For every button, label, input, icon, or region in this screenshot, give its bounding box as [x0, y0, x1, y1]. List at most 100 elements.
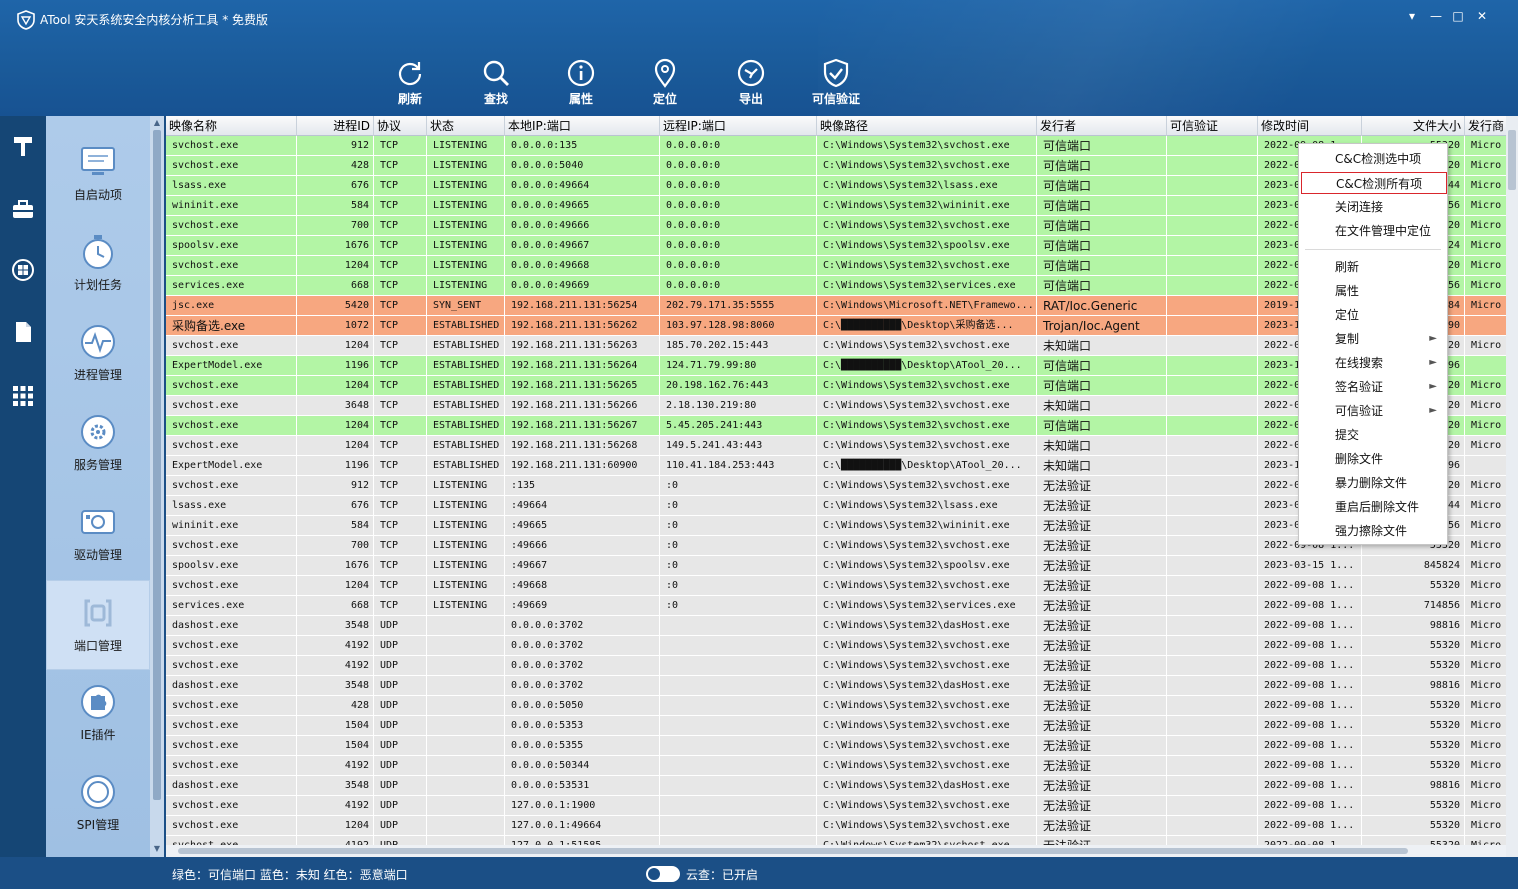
grid-icon[interactable] [11, 384, 35, 408]
toolbar-button-2[interactable]: 查找 [461, 58, 531, 108]
column-header[interactable]: 发行商 [1465, 116, 1506, 136]
cell-trust [1167, 236, 1258, 256]
context-menu-item[interactable]: 提交 [1301, 424, 1445, 446]
sidebar-item-7[interactable]: IE插件 [46, 670, 150, 760]
column-header[interactable]: 修改时间 [1258, 116, 1362, 136]
cell-proto: TCP [374, 216, 427, 236]
minimize-button[interactable]: — [1428, 8, 1444, 24]
sidebar-item-8[interactable]: SPI管理 [46, 760, 150, 850]
cell-remote: :0 [660, 536, 817, 556]
sidebar-item-2[interactable]: 计划任务 [46, 220, 150, 310]
table-vertical-scrollbar[interactable] [1506, 116, 1518, 857]
cell-issuer: 可信端口 [1037, 416, 1167, 436]
toolbar-button-5[interactable]: 导出 [716, 58, 786, 108]
table-row[interactable]: svchost.exe 4192 UDP 127.0.0.1:1900 C:\Windo… [166, 796, 1506, 816]
table-row[interactable]: svchost.exe 4192 UDP 0.0.0.0:50344 C:\Window… [166, 756, 1506, 776]
scroll-down-arrow-icon[interactable]: ▼ [150, 844, 164, 856]
column-header[interactable]: 发行者 [1037, 116, 1167, 136]
table-vscroll-thumb[interactable] [1508, 130, 1516, 190]
sidebar-scroll-thumb[interactable] [153, 130, 161, 800]
cell-path: C:\Windows\System32\svchost.exe [817, 756, 1037, 776]
cell-vendor: Micro [1465, 216, 1506, 236]
cell-remote: 110.41.184.253:443 [660, 456, 817, 476]
table-row[interactable]: services.exe 668 TCP LISTENING:49669:0 C:\Wi… [166, 596, 1506, 616]
context-menu-item[interactable]: 删除文件 [1301, 448, 1445, 470]
document-icon[interactable] [11, 320, 35, 344]
briefcase-icon[interactable] [11, 198, 35, 222]
context-menu-item[interactable]: 可信验证 ► [1301, 400, 1445, 422]
column-header[interactable]: 映像路径 [817, 116, 1037, 136]
cell-remote: 0.0.0.0:0 [660, 136, 817, 156]
table-row[interactable]: svchost.exe 1504 UDP 0.0.0.0:5353 C:\Windows… [166, 716, 1506, 736]
context-menu-item[interactable]: 刷新 [1301, 256, 1445, 278]
sidebar-item-3[interactable]: 进程管理 [46, 310, 150, 400]
cell-proto: TCP [374, 456, 427, 476]
cell-pid: 1676 [297, 556, 374, 576]
restore-button[interactable]: □ [1450, 8, 1466, 24]
cell-remote [660, 736, 817, 756]
context-menu-item[interactable]: 复制 ► [1301, 328, 1445, 350]
port-icon [47, 593, 149, 633]
column-header[interactable]: 远程IP:端口 [660, 116, 817, 136]
column-header[interactable]: 进程ID [297, 116, 374, 136]
sidebar-item-4[interactable]: 服务管理 [46, 400, 150, 490]
submenu-arrow-icon: ► [1429, 405, 1437, 416]
cell-path: C:\Windows\System32\svchost.exe [817, 336, 1037, 356]
column-header[interactable]: 状态 [427, 116, 505, 136]
column-header[interactable]: 协议 [374, 116, 427, 136]
toolbar-button-1[interactable]: 刷新 [375, 58, 445, 108]
context-menu-item[interactable]: 强力擦除文件 [1301, 520, 1445, 542]
column-header[interactable]: 映像名称 [166, 116, 297, 136]
cell-local: 0.0.0.0:49665 [505, 196, 660, 216]
cell-issuer: 未知端口 [1037, 456, 1167, 476]
monitor-icon [46, 142, 150, 182]
table-row[interactable]: dashost.exe 3548 UDP 0.0.0.0:53531 C:\Window… [166, 776, 1506, 796]
close-button[interactable]: ✕ [1474, 8, 1490, 24]
table-row[interactable]: svchost.exe 428 UDP 0.0.0.0:5050 C:\Windows\… [166, 696, 1506, 716]
context-menu-item[interactable]: C&C检测所有项 [1301, 172, 1447, 194]
windows-icon[interactable] [11, 258, 35, 282]
context-menu-item[interactable]: 在文件管理中定位 [1301, 220, 1445, 242]
sidebar-scrollbar[interactable]: ▲ ▼ [150, 116, 164, 857]
sidebar-item-1[interactable]: 自启动项 [46, 130, 150, 220]
cloud-query-toggle[interactable] [646, 866, 680, 882]
context-menu-item[interactable]: 属性 [1301, 280, 1445, 302]
drive-icon [46, 502, 150, 542]
cell-name: svchost.exe [166, 476, 297, 496]
context-menu-item[interactable]: 关闭连接 [1301, 196, 1445, 218]
context-menu-item[interactable]: C&C检测选中项 [1301, 148, 1445, 170]
column-header[interactable]: 本地IP:端口 [505, 116, 660, 136]
context-menu-item[interactable]: 签名验证 ► [1301, 376, 1445, 398]
column-header[interactable]: 文件大小 [1362, 116, 1465, 136]
cell-vendor [1465, 316, 1506, 336]
table-row[interactable]: svchost.exe 1204 TCP LISTENING:49668:0 C:\Wi… [166, 576, 1506, 596]
table-row[interactable]: dashost.exe 3548 UDP 0.0.0.0:3702 C:\Windows… [166, 676, 1506, 696]
cell-trust [1167, 796, 1258, 816]
table-hscroll-thumb[interactable] [178, 848, 1408, 854]
table-row[interactable]: spoolsv.exe 1676 TCP LISTENING:49667:0 C:\Wi… [166, 556, 1506, 576]
table-row[interactable]: svchost.exe 4192 UDP 0.0.0.0:3702 C:\Windows… [166, 656, 1506, 676]
cell-issuer: 未知端口 [1037, 336, 1167, 356]
sidebar-item-5[interactable]: 驱动管理 [46, 490, 150, 580]
context-menu-item[interactable]: 定位 [1301, 304, 1445, 326]
table-row[interactable]: svchost.exe 1504 UDP 0.0.0.0:5355 C:\Windows… [166, 736, 1506, 756]
toolbar-button-3[interactable]: 属性 [546, 58, 616, 108]
cell-remote: 103.97.128.98:8060 [660, 316, 817, 336]
sidebar-item-6[interactable]: 端口管理 [46, 580, 150, 670]
table-horizontal-scrollbar[interactable] [166, 845, 1506, 857]
table-row[interactable]: dashost.exe 3548 UDP 0.0.0.0:3702 C:\Windows… [166, 616, 1506, 636]
hammer-icon[interactable] [11, 134, 35, 158]
context-menu-item[interactable]: 在线搜索 ► [1301, 352, 1445, 374]
toolbar-button-6[interactable]: 可信验证 [801, 58, 871, 108]
cell-local: 0.0.0.0:5355 [505, 736, 660, 756]
column-header[interactable]: 可信验证 [1167, 116, 1258, 136]
context-menu-item[interactable]: 重启后删除文件 [1301, 496, 1445, 518]
context-menu-item[interactable]: 暴力删除文件 [1301, 472, 1445, 494]
dropdown-menu-button[interactable]: ▾ [1404, 8, 1420, 24]
toolbar-button-4[interactable]: 定位 [630, 58, 700, 108]
cell-name: svchost.exe [166, 736, 297, 756]
table-row[interactable]: svchost.exe 1204 UDP 127.0.0.1:49664 C:\Wind… [166, 816, 1506, 836]
scroll-up-arrow-icon[interactable]: ▲ [150, 118, 164, 130]
cell-vendor: Micro [1465, 196, 1506, 216]
table-row[interactable]: svchost.exe 4192 UDP 0.0.0.0:3702 C:\Windows… [166, 636, 1506, 656]
